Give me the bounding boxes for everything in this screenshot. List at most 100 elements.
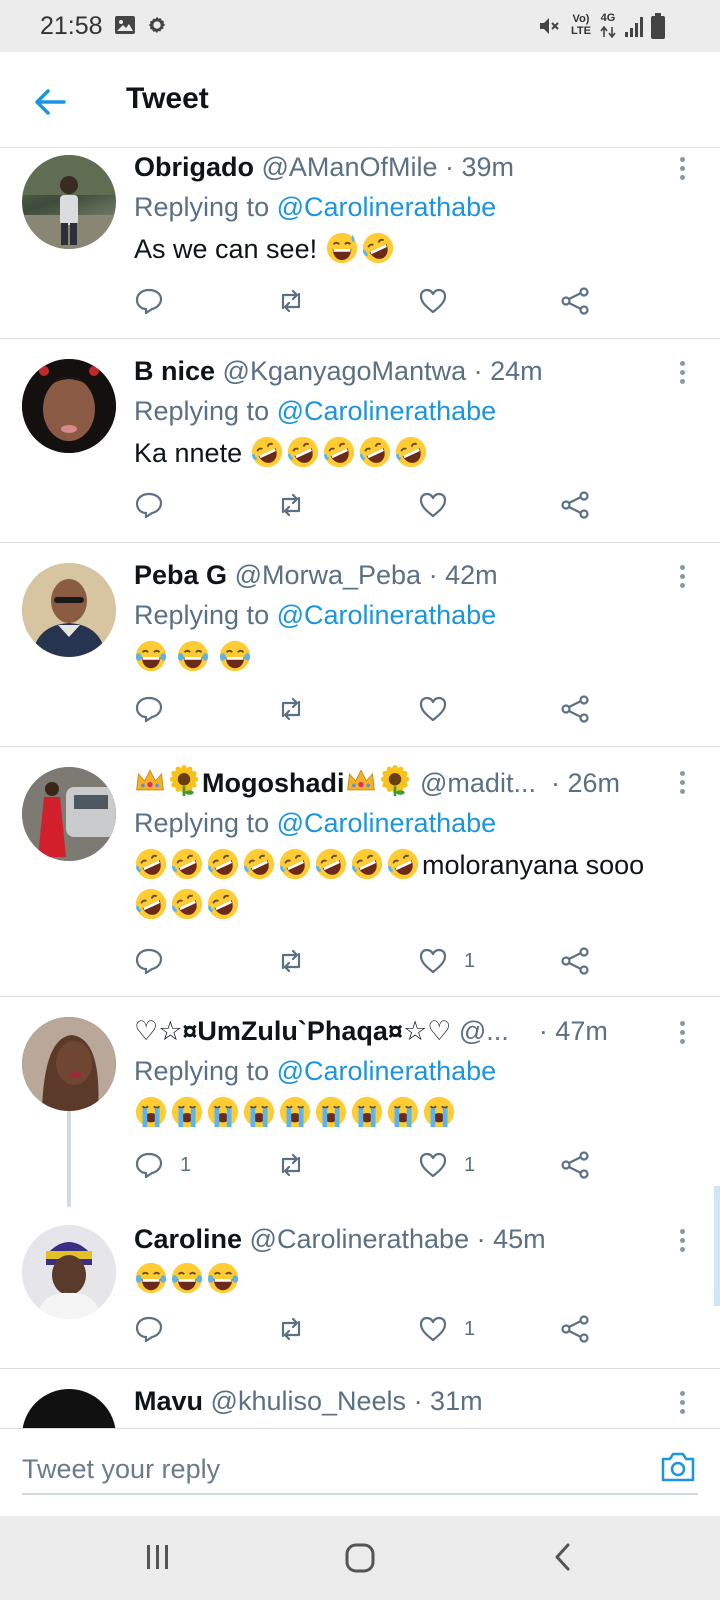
retweet-icon [281, 949, 301, 973]
more-options-icon[interactable] [674, 361, 690, 389]
joy-emoji [171, 1262, 203, 1294]
reply-button[interactable] [134, 941, 164, 981]
author-handle[interactable]: @... [459, 1016, 509, 1046]
reply-button[interactable] [134, 485, 164, 525]
tweet-actions: 1 [134, 1309, 614, 1349]
author-handle[interactable]: @KganyagoMantwa [223, 356, 467, 386]
replying-prefix: Replying to [134, 192, 270, 222]
recents-icon[interactable] [144, 1542, 172, 1572]
rofl-emoji [395, 436, 426, 468]
like-button[interactable]: 1 [418, 941, 475, 981]
author-handle[interactable]: @madit... [420, 768, 536, 798]
emoji-row [250, 436, 430, 468]
retweet-icon [281, 289, 301, 313]
tweet-item[interactable]: ♡☆¤UmZulu`Phaqa¤☆♡ @... · 47m Replying t… [0, 997, 720, 1207]
author-name[interactable]: Obrigado [134, 152, 254, 182]
replying-to-link[interactable]: @Carolinerathabe [277, 808, 497, 838]
replying-to-link[interactable]: @Carolinerathabe [277, 600, 497, 630]
tweet-item[interactable]: Mavu @khuliso_Neels · 31m [0, 1369, 720, 1429]
author-name[interactable]: B nice [134, 356, 215, 386]
more-options-icon[interactable] [674, 1229, 690, 1257]
rofl-emoji [359, 436, 390, 468]
like-button[interactable] [418, 281, 448, 321]
reply-button[interactable] [134, 689, 164, 729]
tweet-feed[interactable]: Obrigado @AManOfMile · 39m Replying to @… [0, 149, 720, 1429]
author-name[interactable]: Mavu [134, 1386, 203, 1416]
arrow-left-icon[interactable] [30, 82, 70, 122]
more-options-icon[interactable] [674, 157, 690, 185]
share-button[interactable] [560, 485, 590, 525]
rofl-emoji [315, 848, 347, 880]
share-button[interactable] [560, 281, 590, 321]
author-handle[interactable]: @AManOfMile [262, 152, 438, 182]
more-options-icon[interactable] [674, 1391, 690, 1419]
share-button[interactable] [560, 941, 590, 981]
tweet-item[interactable]: Obrigado @AManOfMile · 39m Replying to @… [0, 149, 720, 339]
author-name[interactable]: Caroline [134, 1224, 242, 1254]
like-count: 1 [464, 949, 476, 972]
retweet-button[interactable] [276, 1309, 306, 1349]
avatar[interactable] [22, 1225, 116, 1319]
avatar[interactable] [22, 767, 116, 861]
replying-to-link[interactable]: @Carolinerathabe [277, 396, 497, 426]
more-options-icon[interactable] [674, 771, 690, 799]
reply-button[interactable]: 1 [134, 1145, 191, 1185]
tweet-item[interactable]: Caroline @Carolinerathabe · 45m 1 [0, 1207, 720, 1369]
retweet-button[interactable] [276, 689, 306, 729]
share-icon [561, 287, 589, 315]
retweet-button[interactable] [276, 281, 306, 321]
author-name[interactable]: Peba G [134, 560, 227, 590]
like-count: 1 [464, 1153, 476, 1176]
rofl-emoji [171, 888, 203, 920]
tweet-item[interactable]: Peba G @Morwa_Peba · 42m Replying to @Ca… [0, 543, 720, 747]
rofl-emoji [362, 232, 393, 264]
reply-input[interactable] [22, 1445, 698, 1495]
replying-to: Replying to @Carolinerathabe [134, 191, 496, 223]
more-options-icon[interactable] [674, 565, 690, 593]
gallery-icon [115, 16, 135, 34]
retweet-button[interactable] [276, 941, 306, 981]
like-button[interactable] [418, 689, 448, 729]
avatar[interactable] [22, 1389, 116, 1429]
retweet-button[interactable] [276, 1145, 306, 1185]
tweet-text: Ka nnete [134, 433, 694, 473]
tweet-item[interactable]: B nice @KganyagoMantwa · 24m Replying to… [0, 339, 720, 543]
camera-icon[interactable] [660, 1451, 696, 1483]
share-button[interactable] [560, 1309, 590, 1349]
home-icon[interactable] [344, 1542, 376, 1574]
author-handle[interactable]: @Morwa_Peba [235, 560, 422, 590]
tweet-actions [134, 281, 614, 321]
replying-to-link[interactable]: @Carolinerathabe [277, 1056, 497, 1086]
retweet-button[interactable] [276, 485, 306, 525]
tweet-time: · 42m [428, 560, 498, 590]
avatar[interactable] [22, 563, 116, 657]
like-button[interactable]: 1 [418, 1145, 475, 1185]
share-button[interactable] [560, 689, 590, 729]
avatar-photo [22, 1017, 116, 1111]
like-button[interactable] [418, 485, 448, 525]
tweet-item[interactable]: Mogoshadi @madit... · 26m Replying to @C… [0, 747, 720, 997]
avatar[interactable] [22, 359, 116, 453]
share-button[interactable] [560, 1145, 590, 1185]
like-icon [419, 948, 447, 974]
back-icon[interactable] [552, 1542, 572, 1572]
reply-button[interactable] [134, 1309, 164, 1349]
rofl-emoji [287, 436, 318, 468]
avatar[interactable] [22, 1017, 116, 1111]
author-handle[interactable]: @Carolinerathabe [250, 1224, 470, 1254]
like-button[interactable]: 1 [418, 1309, 475, 1349]
tweet-meta: Mavu @khuliso_Neels · 31m [134, 1385, 483, 1417]
author-handle[interactable]: @khuliso_Neels [211, 1386, 407, 1416]
author-name[interactable]: ♡☆¤UmZulu`Phaqa¤☆♡ [134, 1016, 451, 1046]
retweet-icon [281, 697, 301, 721]
author-name[interactable]: Mogoshadi [134, 765, 413, 798]
more-options-icon[interactable] [674, 1021, 690, 1049]
like-icon [419, 696, 447, 722]
avatar[interactable] [22, 155, 116, 249]
reply-button[interactable] [134, 281, 164, 321]
crown-emoji [136, 769, 164, 791]
rofl-emoji [171, 848, 203, 880]
replying-to-link[interactable]: @Carolinerathabe [277, 192, 497, 222]
emoji-row [325, 232, 397, 264]
scrollbar[interactable] [714, 1186, 720, 1306]
